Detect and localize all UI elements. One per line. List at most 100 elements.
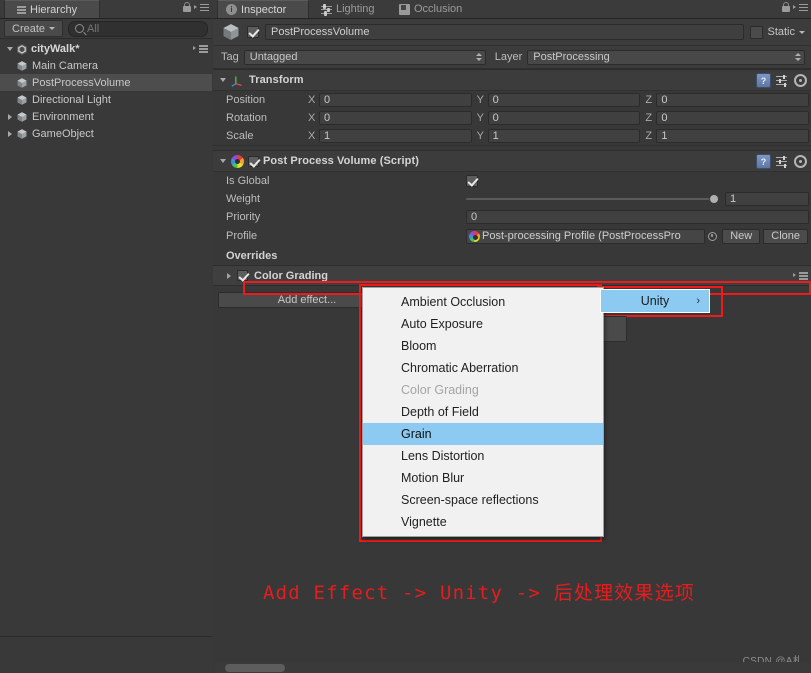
new-profile-button[interactable]: New	[722, 228, 761, 244]
scale-y-input[interactable]: 1	[487, 129, 641, 143]
hierarchy-item-environment[interactable]: Environment	[0, 108, 212, 125]
menu-item-motion-blur[interactable]: Motion Blur	[363, 467, 603, 489]
tab-lighting[interactable]: Lighting	[313, 0, 383, 18]
profile-object-field[interactable]: Post-processing Profile (PostProcessPro	[466, 228, 706, 244]
create-button[interactable]: Create	[4, 20, 64, 37]
component-tools[interactable]: ?	[756, 73, 807, 88]
transform-component-header[interactable]: Transform ?	[213, 69, 811, 91]
hierarchy-item-postprocessvolume[interactable]: PostProcessVolume	[0, 74, 212, 91]
effect-colorgrading-header[interactable]: Color Grading	[213, 265, 811, 286]
effect-context-menu-icon[interactable]	[793, 271, 808, 283]
panel-menu-icon[interactable]	[793, 3, 808, 12]
scale-x-input[interactable]: 1	[319, 129, 472, 143]
chevron-down-icon[interactable]	[799, 30, 805, 34]
priority-label: Priority	[226, 211, 261, 223]
rotation-z-input[interactable]: 0	[656, 111, 810, 125]
transform-icon	[231, 75, 242, 87]
static-checkbox[interactable]	[750, 25, 764, 39]
scale-z-input[interactable]: 1	[656, 129, 810, 143]
preset-icon[interactable]	[776, 74, 789, 87]
menu-item-auto-exposure[interactable]: Auto Exposure	[363, 313, 603, 335]
rotation-y-input[interactable]: 0	[487, 111, 641, 125]
annotation-caption: Add Effect -> Unity -> 后处理效果选项	[263, 582, 696, 604]
tab-lighting-label: Lighting	[336, 3, 375, 15]
menu-item-unity-label: Unity	[640, 294, 670, 308]
lock-icon[interactable]	[183, 2, 191, 12]
axis-x-label: X	[308, 94, 316, 106]
menu-item-chromatic-aberration[interactable]: Chromatic Aberration	[363, 357, 603, 379]
effect-enabled-checkbox[interactable]	[237, 270, 248, 281]
hierarchy-tabstrip: Hierarchy	[0, 0, 212, 19]
scrollbar-thumb[interactable]	[225, 664, 285, 672]
axis-x-label: X	[308, 112, 316, 124]
chevron-down-icon[interactable]	[7, 46, 13, 51]
weight-slider-handle[interactable]	[709, 194, 719, 204]
menu-item-bloom[interactable]: Bloom	[363, 335, 603, 357]
hierarchy-item-gameobject[interactable]: GameObject	[0, 125, 212, 142]
inspector-body: PostProcessVolume Static Tag Untagged La…	[213, 19, 811, 311]
transform-rotation-row: Rotation X0 Y0 Z0	[213, 109, 811, 127]
chevron-down-icon[interactable]	[220, 159, 226, 163]
lock-icon[interactable]	[782, 2, 790, 12]
component-tools[interactable]: ?	[756, 154, 807, 169]
hierarchy-search[interactable]	[68, 20, 208, 37]
rotation-x-input[interactable]: 0	[319, 111, 472, 125]
inspector-horizontal-scrollbar[interactable]	[215, 662, 811, 673]
preset-icon[interactable]	[776, 155, 789, 168]
priority-row: Priority 0	[213, 208, 811, 226]
hierarchy-item-main-camera[interactable]: Main Camera	[0, 57, 212, 74]
hierarchy-item-label: Environment	[32, 110, 94, 123]
axis-z-label: Z	[645, 94, 653, 106]
menu-item-screen-space-reflections[interactable]: Screen-space reflections	[363, 489, 603, 511]
gear-icon[interactable]	[794, 74, 807, 87]
gameobject-enabled-checkbox[interactable]	[247, 26, 259, 38]
menu-item-depth-of-field[interactable]: Depth of Field	[363, 401, 603, 423]
clone-profile-button[interactable]: Clone	[763, 228, 808, 244]
menu-item-unity-submenu[interactable]: Unity ›	[600, 289, 710, 313]
weight-value-input[interactable]: 1	[725, 192, 809, 206]
gear-icon[interactable]	[794, 155, 807, 168]
layer-dropdown[interactable]: PostProcessing	[527, 49, 805, 65]
hierarchy-item-directional-light[interactable]: Directional Light	[0, 91, 212, 108]
hierarchy-tab-options[interactable]	[183, 2, 209, 12]
tag-dropdown[interactable]: Untagged	[243, 49, 486, 65]
gameobject-name-field[interactable]: PostProcessVolume	[265, 24, 745, 40]
dropdown-arrows-icon	[794, 52, 801, 62]
position-z-input[interactable]: 0	[656, 93, 810, 107]
is-global-checkbox[interactable]	[466, 175, 478, 187]
position-y-input[interactable]: 0	[487, 93, 641, 107]
static-group[interactable]: Static	[750, 25, 805, 39]
search-input[interactable]	[87, 22, 201, 35]
hierarchy-panel: Hierarchy Create All cityWalk* Main Came…	[0, 0, 212, 673]
help-icon[interactable]: ?	[756, 73, 771, 88]
object-picker-icon[interactable]	[708, 231, 718, 241]
priority-input[interactable]: 0	[466, 210, 809, 224]
tab-occlusion[interactable]: Occlusion	[391, 0, 470, 18]
chevron-right-icon[interactable]	[227, 272, 231, 279]
menu-item-ambient-occlusion[interactable]: Ambient Occlusion	[363, 291, 603, 313]
transform-position-row: Position X0 Y0 Z0	[213, 91, 811, 109]
inspector-tab-options[interactable]	[782, 2, 808, 12]
hierarchy-scene-name: cityWalk*	[31, 42, 80, 55]
menu-item-grain[interactable]: Grain	[363, 423, 603, 445]
help-icon[interactable]: ?	[756, 154, 771, 169]
lighting-icon	[321, 4, 332, 16]
chevron-right-icon[interactable]	[8, 130, 12, 137]
scene-context-menu-icon[interactable]	[193, 44, 208, 56]
weight-slider[interactable]	[466, 194, 719, 204]
tab-inspector[interactable]: i Inspector	[217, 0, 309, 18]
component-enabled-checkbox[interactable]	[248, 155, 259, 167]
axis-y-label: Y	[476, 94, 485, 106]
menu-item-vignette[interactable]: Vignette	[363, 511, 603, 533]
postprocess-icon	[231, 154, 244, 168]
tab-hierarchy[interactable]: Hierarchy	[4, 0, 100, 18]
panel-menu-icon[interactable]	[194, 3, 209, 12]
hierarchy-scene-root[interactable]: cityWalk*	[0, 40, 212, 57]
chevron-right-icon[interactable]	[8, 113, 12, 120]
chevron-down-icon[interactable]	[220, 78, 226, 82]
profile-row: Profile Post-processing Profile (PostPro…	[213, 226, 811, 246]
position-x-input[interactable]: 0	[319, 93, 472, 107]
menu-item-lens-distortion[interactable]: Lens Distortion	[363, 445, 603, 467]
postprocessvolume-component-header[interactable]: Post Process Volume (Script) ?	[213, 150, 811, 172]
profile-label: Profile	[226, 230, 258, 242]
